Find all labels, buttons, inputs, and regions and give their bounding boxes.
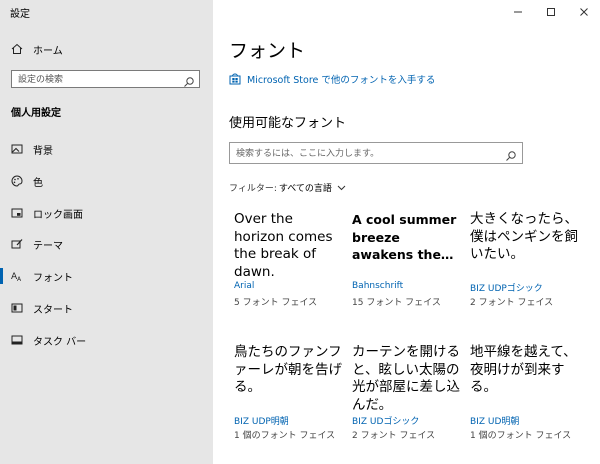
sidebar-item-fonts[interactable]: AA フォント <box>0 262 213 290</box>
sidebar-item-home[interactable]: ホーム <box>0 35 213 63</box>
sidebar-item-theme[interactable]: テーマ <box>0 230 213 258</box>
sidebar-item-label: 色 <box>33 177 43 189</box>
font-face-count: 5 フォント フェイス <box>234 298 318 308</box>
font-aa-icon: AA <box>11 270 23 282</box>
font-face-count: 2 フォント フェイス <box>470 298 554 308</box>
font-face-count: 2 フォント フェイス <box>352 431 436 441</box>
font-sample-text: 地平線を越えて、夜明けが到来する。 <box>470 344 577 395</box>
font-card-biz-udp-mincho[interactable]: 鳥たちのファンファーレが朝を告げる。 BIZ UDP明朝 1 個のフォント フェ… <box>234 344 342 441</box>
theme-brush-icon <box>11 238 23 250</box>
sidebar: 設定 ホーム 個人用設定 背景 色 ロック画面 テーマ <box>0 0 213 464</box>
chevron-down-icon[interactable] <box>337 183 346 192</box>
sidebar-item-background[interactable]: 背景 <box>0 135 213 163</box>
font-face-count: 15 フォント フェイス <box>352 298 441 308</box>
taskbar-icon <box>11 334 23 346</box>
main-panel: フォント Microsoft Store で他のフォントを入手する 使用可能なフ… <box>213 0 600 464</box>
maximize-button[interactable] <box>534 0 567 24</box>
font-card-arial[interactable]: Over the horizon comes the break of dawn… <box>234 211 342 308</box>
font-name[interactable]: BIZ UDPゴシック <box>470 281 543 294</box>
font-sample-text: Over the horizon comes the break of dawn… <box>234 211 333 279</box>
palette-icon <box>11 175 23 187</box>
window-controls <box>501 0 600 24</box>
svg-text:A: A <box>17 276 22 282</box>
sidebar-item-label: テーマ <box>33 240 63 252</box>
available-fonts-header: 使用可能なフォント <box>229 116 347 131</box>
font-name[interactable]: BIZ UDP明朝 <box>234 414 289 427</box>
sidebar-item-label: フォント <box>33 272 73 284</box>
close-button[interactable] <box>567 0 600 24</box>
search-icon[interactable] <box>183 73 195 87</box>
filter-label: フィルター: <box>229 184 277 194</box>
font-name[interactable]: BIZ UDゴシック <box>352 414 419 427</box>
sidebar-item-label: ホーム <box>33 45 63 57</box>
sidebar-item-color[interactable]: 色 <box>0 167 213 195</box>
sidebar-item-lock-screen[interactable]: ロック画面 <box>0 199 213 227</box>
font-card-biz-udp-gothic[interactable]: 大きくなったら、僕はペンギンを飼いたい。 BIZ UDPゴシック 2 フォント … <box>470 211 578 308</box>
store-link-text[interactable]: Microsoft Store で他のフォントを入手する <box>247 72 435 86</box>
sidebar-item-label: 背景 <box>33 145 53 157</box>
font-card-biz-ud-gothic[interactable]: カーテンを開けると、眩しい太陽の光が部屋に差し込んだ。 BIZ UDゴシック 2… <box>352 344 460 441</box>
section-header: 個人用設定 <box>11 108 61 119</box>
minimize-icon <box>513 11 522 13</box>
app-title: 設定 <box>10 9 30 20</box>
font-name[interactable]: BIZ UD明朝 <box>470 414 519 427</box>
maximize-icon <box>546 8 555 16</box>
sidebar-item-taskbar[interactable]: タスク バー <box>0 326 213 354</box>
sidebar-item-label: タスク バー <box>33 336 87 348</box>
close-icon <box>579 8 588 16</box>
sidebar-item-label: スタート <box>33 304 73 316</box>
font-sample-text: カーテンを開けると、眩しい太陽の光が部屋に差し込んだ。 <box>352 344 460 412</box>
picture-icon <box>11 143 23 155</box>
home-icon <box>11 43 23 55</box>
settings-search-box[interactable] <box>11 70 200 88</box>
settings-search-input[interactable] <box>18 73 178 86</box>
font-sample-text: 大きくなったら、僕はペンギンを飼いたい。 <box>470 211 578 262</box>
font-card-bahnschrift[interactable]: A cool summer breeze awakens the… Bahnsc… <box>352 211 460 308</box>
font-face-count: 1 個のフォント フェイス <box>470 431 572 441</box>
lock-screen-icon <box>11 207 23 219</box>
font-sample-text: A cool summer breeze awakens the… <box>352 212 457 262</box>
font-search-box[interactable] <box>229 142 523 164</box>
font-card-biz-ud-mincho[interactable]: 地平線を越えて、夜明けが到来する。 BIZ UD明朝 1 個のフォント フェイス <box>470 344 578 441</box>
microsoft-store-link[interactable]: Microsoft Store で他のフォントを入手する <box>229 72 435 86</box>
font-name[interactable]: Arial <box>234 281 254 291</box>
font-search-input[interactable] <box>236 147 496 160</box>
sidebar-item-label: ロック画面 <box>33 209 83 221</box>
filter-value[interactable]: すべての言語 <box>279 181 332 194</box>
sidebar-item-start[interactable]: スタート <box>0 294 213 322</box>
font-face-count: 1 個のフォント フェイス <box>234 431 336 441</box>
font-name[interactable]: Bahnschrift <box>352 281 403 291</box>
page-title: フォント <box>229 40 306 62</box>
store-bag-icon <box>229 73 241 85</box>
font-sample-text: 鳥たちのファンファーレが朝を告げる。 <box>234 344 342 395</box>
search-icon[interactable] <box>505 147 517 161</box>
minimize-button[interactable] <box>501 0 534 24</box>
start-icon <box>11 302 23 314</box>
language-filter[interactable]: フィルター: すべての言語 <box>229 181 346 194</box>
